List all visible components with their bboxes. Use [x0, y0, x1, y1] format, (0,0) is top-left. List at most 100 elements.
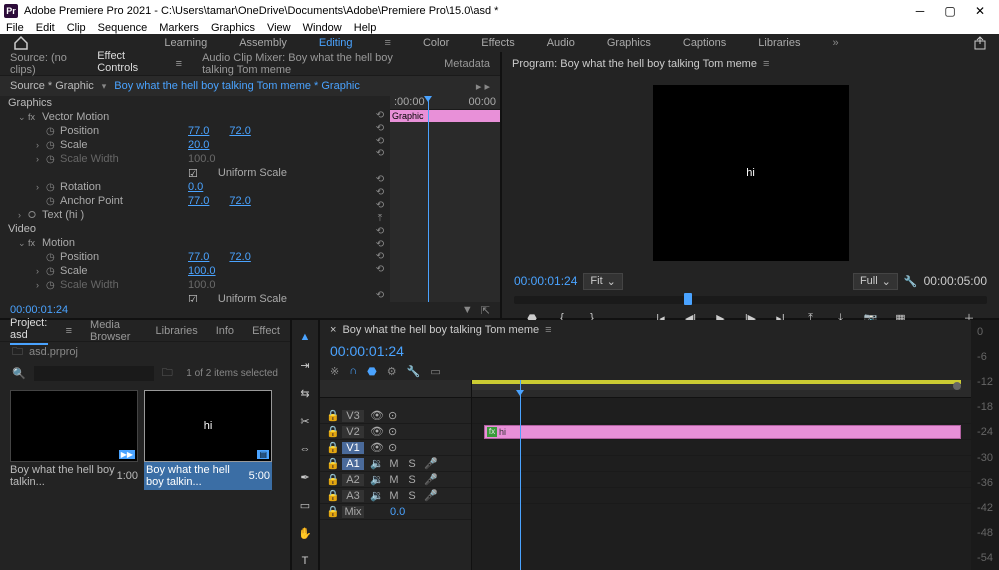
- track-v3[interactable]: 🔒V3👁⊙: [320, 408, 471, 424]
- reset-icon[interactable]: ⟲: [370, 263, 390, 276]
- share-icon[interactable]: [973, 36, 987, 50]
- menu-view[interactable]: View: [267, 22, 291, 34]
- reset-icon[interactable]: ⟲: [370, 238, 390, 251]
- graphic-clip[interactable]: fx hi: [484, 425, 961, 439]
- home-button[interactable]: [12, 34, 30, 52]
- workspace-menu-icon[interactable]: ≡: [385, 37, 391, 49]
- solo-button[interactable]: S: [406, 474, 418, 486]
- wrench-icon[interactable]: 🔧: [407, 365, 421, 378]
- mute-icon[interactable]: 🔉: [370, 473, 382, 486]
- menu-help[interactable]: Help: [354, 22, 377, 34]
- linked-selection-icon[interactable]: ∩: [349, 365, 357, 377]
- lock-icon[interactable]: 🔒: [326, 457, 336, 470]
- eye-icon[interactable]: 👁: [370, 425, 382, 438]
- direction-icon[interactable]: ⤒: [370, 212, 390, 225]
- mute-button[interactable]: M: [388, 458, 400, 470]
- close-window-button[interactable]: ✕: [965, 0, 995, 22]
- lock-icon[interactable]: 🔒: [326, 489, 336, 502]
- filter-icon[interactable]: ▼: [462, 304, 473, 317]
- m-position-y[interactable]: 72.0: [229, 251, 250, 263]
- anchor-y[interactable]: 72.0: [229, 195, 250, 207]
- workspace-graphics[interactable]: Graphics: [607, 37, 651, 49]
- menu-clip[interactable]: Clip: [67, 22, 86, 34]
- lock-icon[interactable]: 🔒: [326, 505, 336, 518]
- lock-icon[interactable]: 🔒: [326, 441, 336, 454]
- workspace-color[interactable]: Color: [423, 37, 449, 49]
- v2-lane[interactable]: fx hi: [472, 424, 971, 440]
- program-tc-left[interactable]: 00:00:01:24: [514, 274, 577, 288]
- prop-rotation[interactable]: ›◷Rotation 0.0: [0, 180, 370, 194]
- quality-select[interactable]: Full ⌄: [853, 273, 898, 290]
- workspace-overflow-icon[interactable]: »: [832, 37, 838, 49]
- prop-m-scale[interactable]: ›◷Scale 100.0: [0, 264, 370, 278]
- minimize-button[interactable]: ─: [905, 0, 935, 22]
- marker-icon[interactable]: ⬣: [367, 365, 377, 378]
- workspace-captions[interactable]: Captions: [683, 37, 726, 49]
- menu-window[interactable]: Window: [303, 22, 342, 34]
- track-a2[interactable]: 🔒A2🔉MS🎤: [320, 472, 471, 488]
- reset-icon[interactable]: ⟲: [370, 186, 390, 199]
- item-thumbnail[interactable]: ▶▶: [10, 390, 138, 462]
- sync-lock-icon[interactable]: ⊙: [388, 409, 397, 422]
- menu-edit[interactable]: Edit: [36, 22, 55, 34]
- position-y[interactable]: 72.0: [229, 125, 250, 137]
- ripple-tool[interactable]: ⇆: [296, 384, 314, 402]
- track-a1[interactable]: 🔒A1🔉MS🎤: [320, 456, 471, 472]
- prop-position[interactable]: ◷Position 77.072.0: [0, 124, 370, 138]
- breadcrumb-master[interactable]: Source * Graphic: [10, 80, 94, 92]
- effect-timeline[interactable]: :00:0000:00 Graphic: [390, 96, 500, 302]
- timeline-sequence-name[interactable]: Boy what the hell boy talking Tom meme: [342, 324, 539, 336]
- sync-lock-icon[interactable]: ⊙: [388, 425, 397, 438]
- lock-icon[interactable]: 🔒: [326, 473, 336, 486]
- timeline-tracks[interactable]: 00:00:02:00 00:00:02:15 00:00:03:00 00:0…: [472, 380, 971, 570]
- program-menu-icon[interactable]: ≡: [763, 58, 769, 70]
- prop-anchor[interactable]: ◷Anchor Point 77.072.0: [0, 194, 370, 208]
- reset-icon[interactable]: ⟲: [370, 135, 390, 148]
- sync-lock-icon[interactable]: ⊙: [388, 441, 397, 454]
- slip-tool[interactable]: ⇔: [296, 440, 314, 458]
- wrench-icon[interactable]: 🔧: [904, 275, 918, 288]
- position-x[interactable]: 77.0: [188, 125, 209, 137]
- mute-button[interactable]: M: [388, 490, 400, 502]
- menu-file[interactable]: File: [6, 22, 24, 34]
- panel-menu-icon[interactable]: ≡: [176, 58, 182, 70]
- m-scale-value[interactable]: 100.0: [188, 265, 216, 277]
- voice-icon[interactable]: 🎤: [424, 457, 438, 470]
- type-tool[interactable]: T: [296, 552, 314, 570]
- program-scrub[interactable]: [514, 296, 987, 304]
- reset-icon[interactable]: ⟲: [370, 225, 390, 238]
- track-mix[interactable]: 🔒Mix0.0: [320, 504, 471, 520]
- program-monitor[interactable]: hi: [502, 76, 999, 270]
- menu-markers[interactable]: Markers: [159, 22, 199, 34]
- rotation-value[interactable]: 0.0: [188, 181, 203, 193]
- timeline-tc[interactable]: 00:00:01:24: [330, 343, 404, 359]
- prop-uniform-scale[interactable]: ☑ Uniform Scale: [0, 166, 370, 180]
- eye-icon[interactable]: 👁: [370, 409, 382, 422]
- reset-icon[interactable]: ⟲: [370, 199, 390, 212]
- zoom-select[interactable]: Fit ⌄: [583, 273, 622, 290]
- pin-icon[interactable]: ⇱: [481, 304, 490, 317]
- reset-icon[interactable]: ⟲: [370, 122, 390, 135]
- a3-lane[interactable]: [472, 488, 971, 504]
- a2-lane[interactable]: [472, 472, 971, 488]
- voice-icon[interactable]: 🎤: [424, 489, 438, 502]
- effect-text[interactable]: ›⭘Text (hi ): [0, 208, 370, 222]
- razor-tool[interactable]: ✂: [296, 412, 314, 430]
- prop-m-uniform-scale[interactable]: ☑ Uniform Scale: [0, 292, 370, 302]
- tab-effect-controls[interactable]: Effect Controls: [97, 50, 153, 78]
- project-item-selected[interactable]: hi ▤ Boy what the hell boy talkin... 5:0…: [144, 390, 272, 564]
- eye-icon[interactable]: 👁: [370, 441, 382, 454]
- rectangle-tool[interactable]: ▭: [296, 496, 314, 514]
- track-select-tool[interactable]: ⇥: [296, 356, 314, 374]
- uniform-scale-checkbox[interactable]: ☑: [188, 167, 198, 180]
- tab-source[interactable]: Source: (no clips): [10, 52, 77, 76]
- workspace-effects[interactable]: Effects: [481, 37, 514, 49]
- snap-icon[interactable]: ※: [330, 365, 339, 378]
- reset-icon[interactable]: ⟲: [370, 251, 390, 264]
- new-bin-icon[interactable]: 🗀: [162, 364, 173, 383]
- hand-tool[interactable]: ✋: [296, 524, 314, 542]
- lock-icon[interactable]: 🔒: [326, 425, 336, 438]
- effect-clip-bar[interactable]: Graphic: [390, 110, 500, 122]
- maximize-button[interactable]: ▢: [935, 0, 965, 22]
- v1-lane[interactable]: [472, 440, 971, 456]
